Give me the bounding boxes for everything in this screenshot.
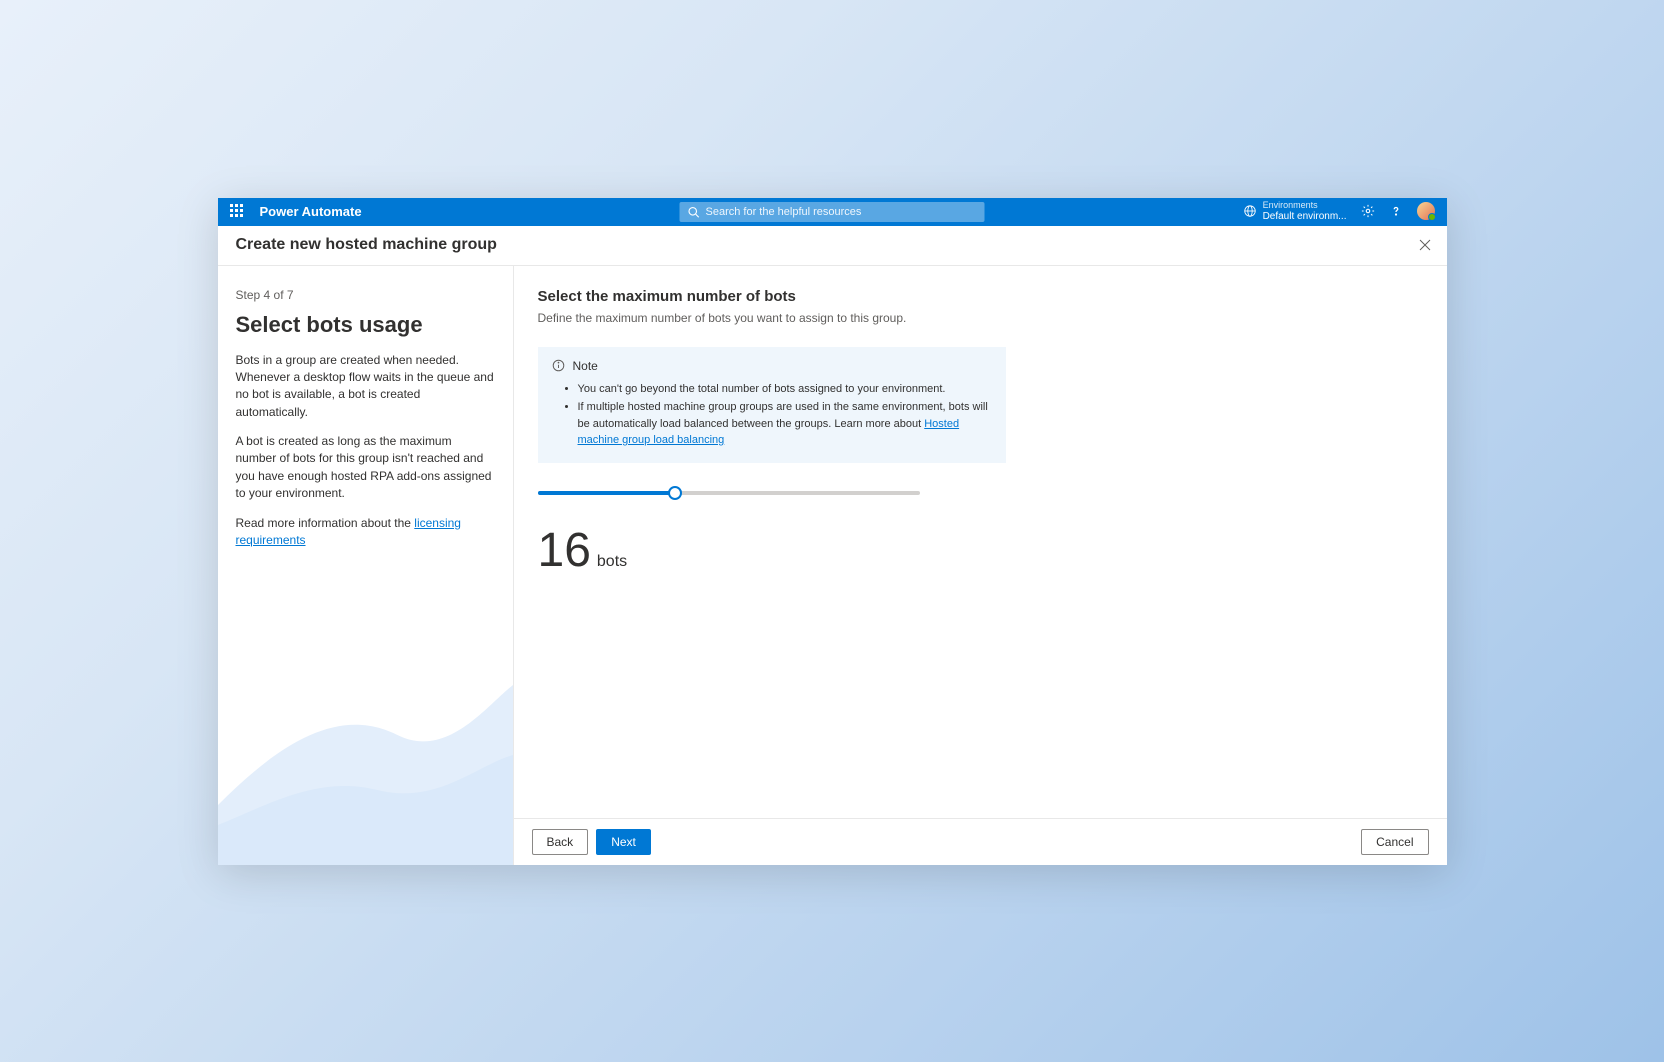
help-icon[interactable] [1389, 204, 1403, 218]
panel-title: Create new hosted machine group [236, 236, 497, 254]
note-callout: Note You can't go beyond the total numbe… [538, 347, 1006, 463]
search-box[interactable] [680, 202, 985, 222]
note-item-1: You can't go beyond the total number of … [578, 381, 992, 398]
decorative-wave [218, 645, 513, 865]
wizard-sidebar: Step 4 of 7 Select bots usage Bots in a … [218, 266, 514, 865]
app-header: Power Automate Environments Default envi… [218, 198, 1447, 226]
sidebar-para-1: Bots in a group are created when needed.… [236, 352, 495, 422]
environment-picker[interactable]: Environments Default environm... [1243, 201, 1347, 222]
settings-icon[interactable] [1361, 204, 1375, 218]
back-button[interactable]: Back [532, 829, 589, 855]
content-subheading: Define the maximum number of bots you wa… [538, 311, 1423, 325]
environment-name: Default environm... [1263, 211, 1347, 222]
next-button[interactable]: Next [596, 829, 651, 855]
step-heading: Select bots usage [236, 312, 495, 338]
main-area: Step 4 of 7 Select bots usage Bots in a … [218, 266, 1447, 865]
bot-count-number: 16 [538, 523, 591, 578]
bot-count-unit: bots [597, 553, 627, 571]
note-item-2: If multiple hosted machine group groups … [578, 399, 992, 449]
sidebar-para-3-text: Read more information about the [236, 516, 415, 530]
step-indicator: Step 4 of 7 [236, 288, 495, 302]
close-button[interactable] [1417, 237, 1433, 253]
search-icon [688, 206, 700, 218]
app-window: Power Automate Environments Default envi… [218, 198, 1447, 865]
sidebar-para-3: Read more information about the licensin… [236, 515, 495, 550]
info-icon [552, 359, 565, 372]
search-input[interactable] [706, 206, 977, 218]
app-name: Power Automate [260, 204, 362, 219]
app-launcher-icon[interactable] [230, 204, 246, 220]
cancel-button[interactable]: Cancel [1361, 829, 1428, 855]
wizard-footer: Back Next Cancel [514, 818, 1447, 865]
user-avatar[interactable] [1417, 202, 1435, 220]
bots-slider[interactable] [538, 491, 920, 495]
bot-count-display: 16 bots [538, 523, 1423, 578]
wizard-content: Select the maximum number of bots Define… [514, 266, 1447, 865]
note-title: Note [573, 359, 598, 373]
environment-icon [1243, 204, 1257, 218]
slider-thumb[interactable] [668, 486, 682, 500]
sidebar-para-2: A bot is created as long as the maximum … [236, 433, 495, 503]
content-heading: Select the maximum number of bots [538, 288, 1423, 305]
environment-label: Environments [1263, 201, 1347, 211]
panel-title-bar: Create new hosted machine group [218, 226, 1447, 266]
